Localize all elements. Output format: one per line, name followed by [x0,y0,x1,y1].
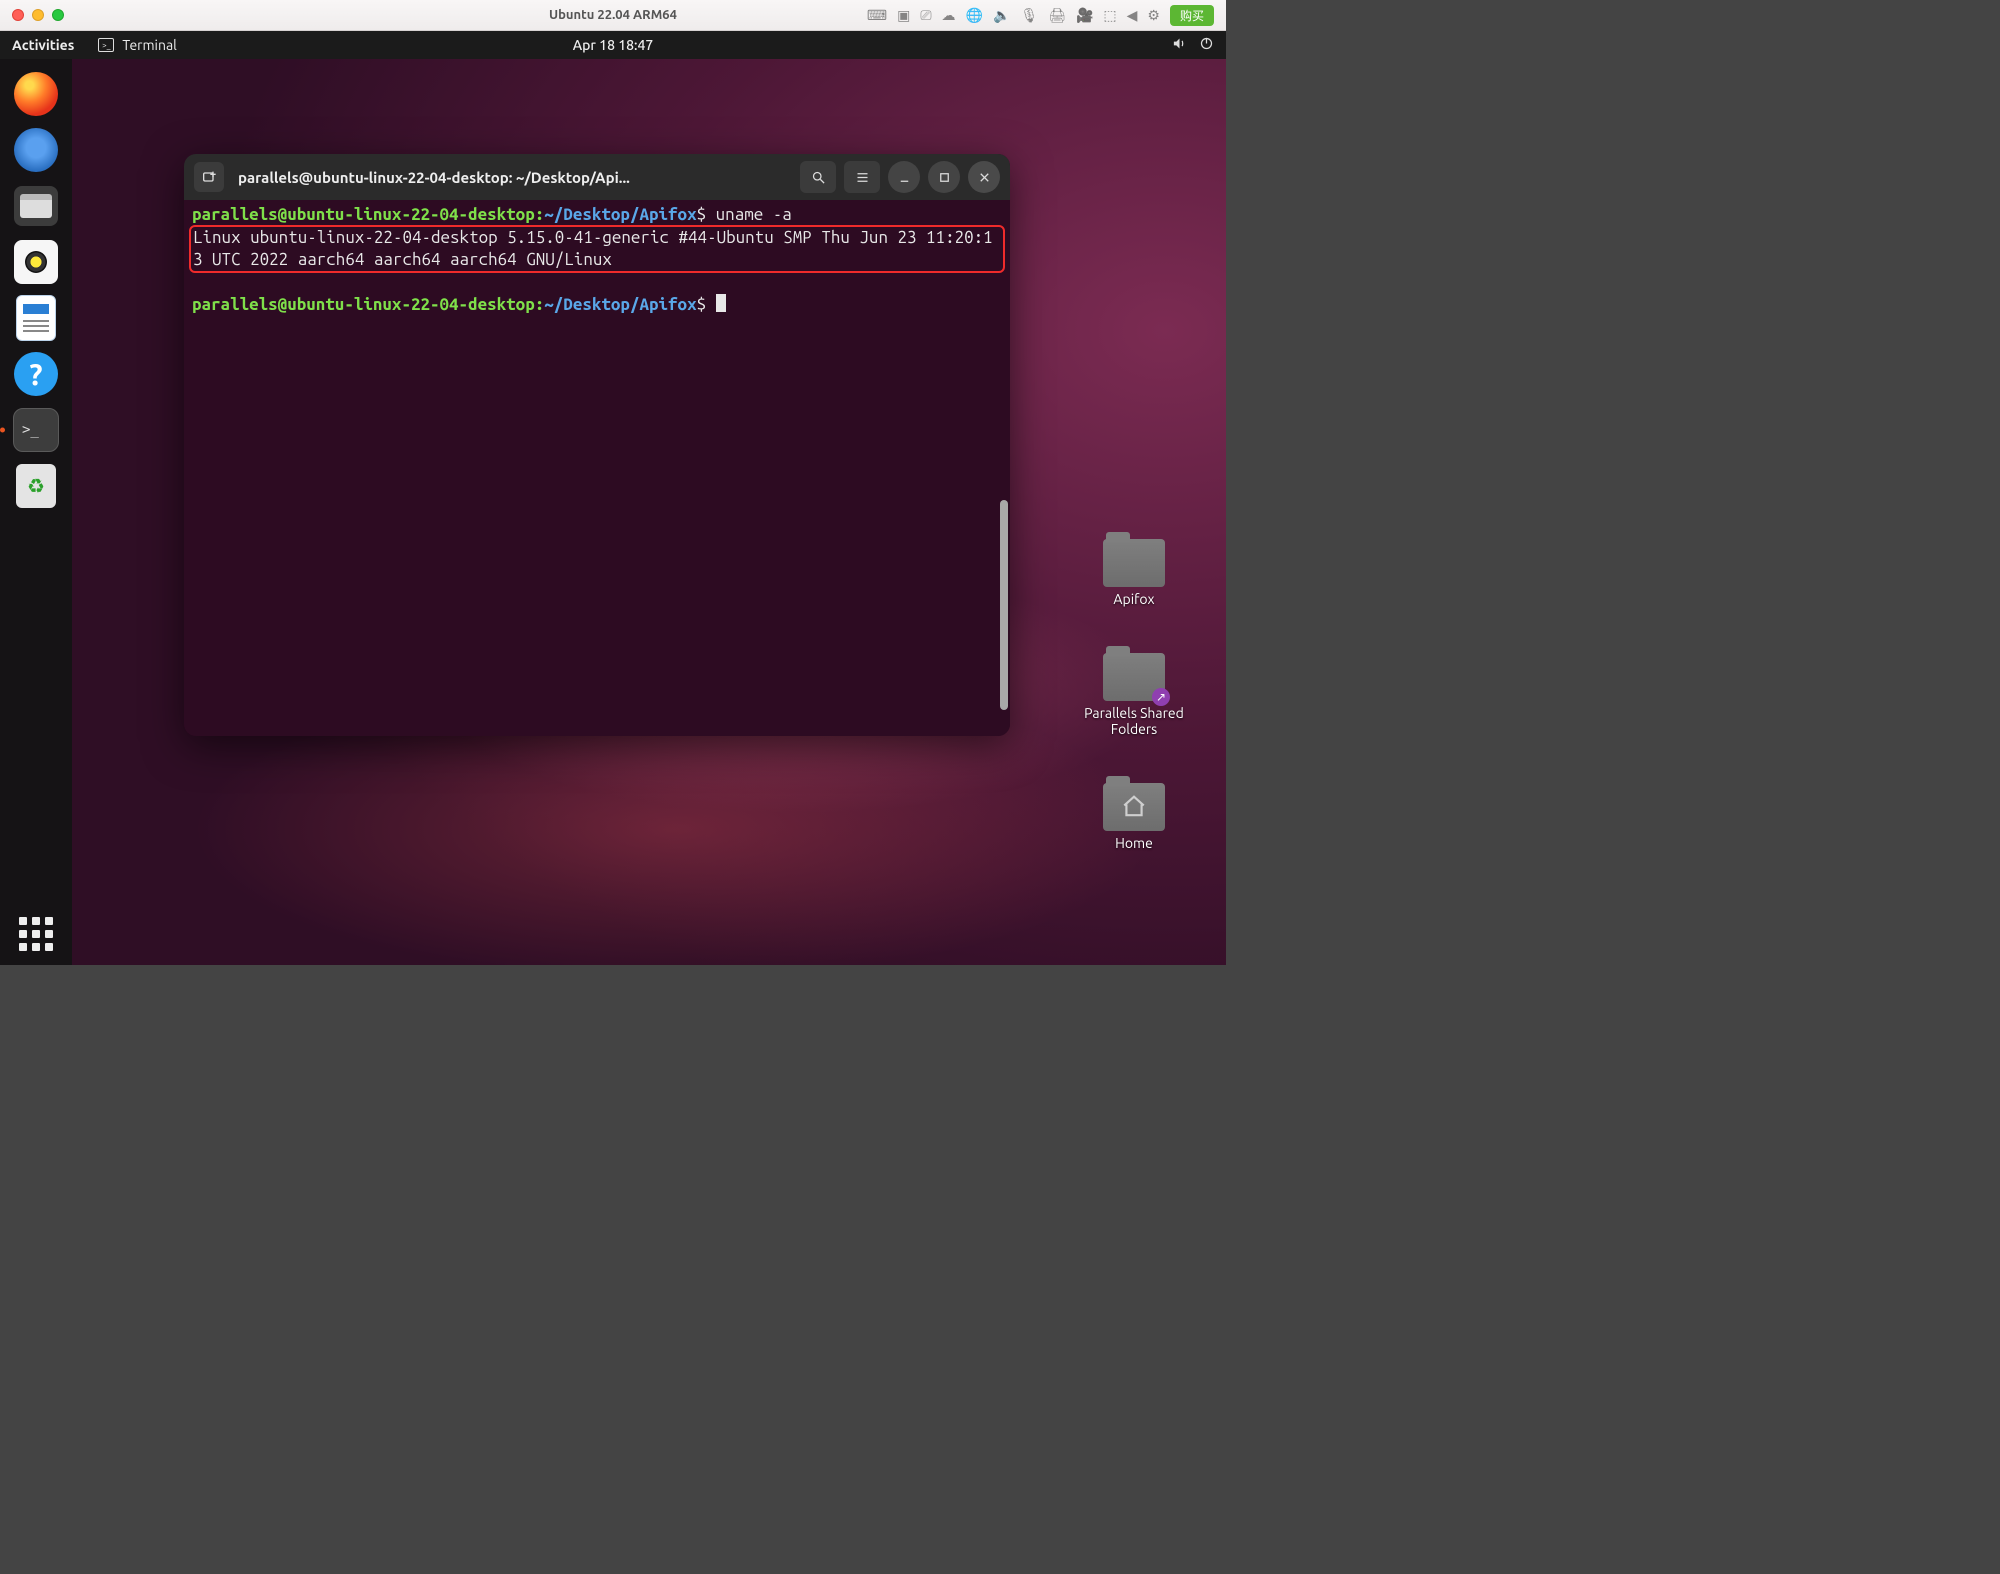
buy-button[interactable]: 购买 [1170,5,1214,26]
prompt-symbol: $ [697,205,707,224]
dock-firefox[interactable] [13,71,59,117]
prompt-path: ~/Desktop/Apifox [544,295,696,314]
folder-icon [1103,539,1165,587]
maximize-button[interactable] [928,161,960,193]
prompt-path: ~/Desktop/Apifox [544,205,696,224]
host-menu-icons: ⌨ ▣ ⎚ ☁ 🌐 🔈 🎙 🖨 🎥 ⬚ ◀ ⚙ 购买 [867,5,1214,26]
host-minimize-button[interactable] [32,9,44,21]
command-text: uname -a [716,205,792,224]
back-icon[interactable]: ◀ [1127,7,1138,24]
dock: ? >_ [0,59,72,965]
firefox-icon [14,72,58,116]
cursor [716,294,726,312]
search-button[interactable] [800,161,836,193]
minimize-button[interactable] [888,161,920,193]
terminal-window: parallels@ubuntu-linux-22-04-desktop: ~/… [184,154,1010,736]
system-status-area[interactable] [1172,36,1214,54]
terminal-headerbar: parallels@ubuntu-linux-22-04-desktop: ~/… [184,154,1010,200]
traffic-lights [12,9,64,21]
files-icon [14,186,58,226]
desktop-folder-parallels-shared[interactable]: ↗ Parallels Shared Folders [1064,653,1204,737]
shared-badge-icon: ↗ [1152,688,1170,706]
network-icon[interactable]: ☁ [942,7,956,24]
gnome-top-bar: Activities >_ Terminal Apr 18 18:47 [0,31,1226,59]
host-close-button[interactable] [12,9,24,21]
prompt-user: parallels@ubuntu-linux-22-04-desktop [192,205,535,224]
trash-icon [16,464,56,508]
host-titlebar: Ubuntu 22.04 ARM64 ⌨ ▣ ⎚ ☁ 🌐 🔈 🎙 🖨 🎥 ⬚ ◀… [0,0,1226,31]
globe-icon[interactable]: 🌐 [966,7,983,24]
scrollbar-thumb[interactable] [1000,500,1008,710]
help-icon: ? [14,352,58,396]
dock-trash[interactable] [13,463,59,509]
host-maximize-button[interactable] [52,9,64,21]
desktop-icon-label: Parallels Shared Folders [1064,705,1204,737]
hamburger-menu-button[interactable] [844,161,880,193]
gear-icon[interactable]: ⚙ [1147,7,1160,24]
mic-icon[interactable]: 🎙 [1020,7,1038,24]
desktop-icons: Apifox ↗ Parallels Shared Folders Home [1064,539,1204,851]
folder-icon: ↗ [1103,653,1165,701]
rhythmbox-icon [14,240,58,284]
prompt-symbol: $ [697,295,707,314]
camera-icon[interactable]: 🎥 [1076,7,1093,24]
desktop-folder-apifox[interactable]: Apifox [1064,539,1204,607]
printer-icon[interactable]: 🖨 [1048,7,1066,24]
new-tab-button[interactable] [194,162,224,192]
highlighted-output: Linux ubuntu-linux-22-04-desktop 5.15.0-… [189,225,1005,273]
cpu-icon[interactable]: ▣ [897,7,910,24]
thunderbird-icon [14,128,58,172]
volume-icon[interactable] [1172,36,1187,54]
dock-terminal[interactable]: >_ [13,407,59,453]
dock-files[interactable] [13,183,59,229]
prompt-user: parallels@ubuntu-linux-22-04-desktop [192,295,535,314]
share-icon[interactable]: ⬚ [1103,7,1116,24]
desktop-icon-label: Home [1115,835,1153,851]
folder-home-icon [1103,783,1165,831]
guest-vm: Activities >_ Terminal Apr 18 18:47 ? >_ [0,31,1226,965]
dock-help[interactable]: ? [13,351,59,397]
power-icon[interactable] [1199,36,1214,54]
terminal-title: parallels@ubuntu-linux-22-04-desktop: ~/… [238,169,630,186]
prompt-sep: : [535,205,545,224]
terminal-icon: >_ [98,38,114,52]
dock-thunderbird[interactable] [13,127,59,173]
close-button[interactable] [968,161,1000,193]
terminal-app-icon: >_ [13,408,59,452]
show-applications-button[interactable] [19,917,53,951]
active-app-label: Terminal [122,37,177,53]
keyboard-icon[interactable]: ⌨ [867,7,887,24]
terminal-body[interactable]: parallels@ubuntu-linux-22-04-desktop:~/D… [184,200,1010,736]
prompt-sep: : [535,295,545,314]
desktop-area: ? >_ Apifox ↗ Parallels Shared Folders [0,59,1226,965]
dock-libreoffice-writer[interactable] [13,295,59,341]
sound-icon[interactable]: 🔈 [993,7,1010,24]
usb-icon[interactable]: ⎚ [920,7,931,24]
activities-button[interactable]: Activities [12,37,74,53]
desktop-folder-home[interactable]: Home [1064,783,1204,851]
writer-icon [16,295,56,341]
dock-rhythmbox[interactable] [13,239,59,285]
active-app-indicator[interactable]: >_ Terminal [98,37,177,53]
desktop-icon-label: Apifox [1113,591,1154,607]
command-output: Linux ubuntu-linux-22-04-desktop 5.15.0-… [193,228,993,269]
clock[interactable]: Apr 18 18:47 [0,37,1226,53]
